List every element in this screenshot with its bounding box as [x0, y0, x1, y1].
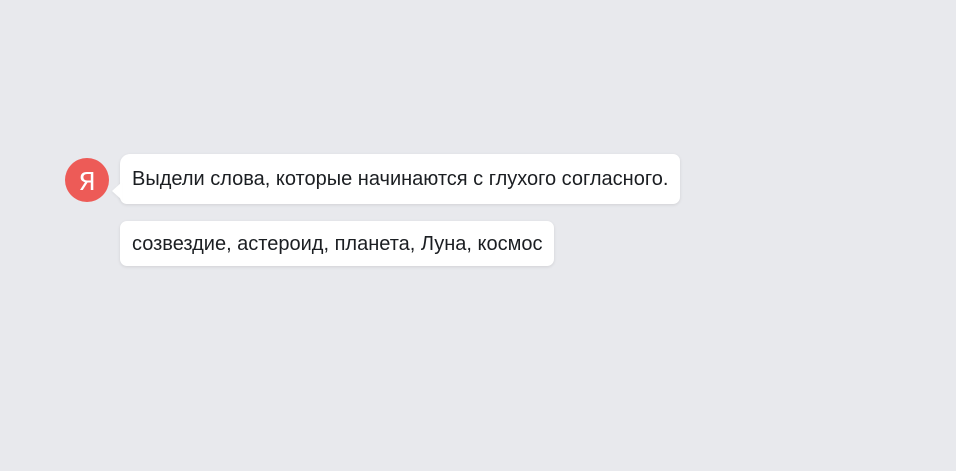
words-message-bubble: созвездие, астероид, планета, Луна, косм…	[120, 221, 555, 266]
words-message-text: созвездие, астероид, планета, Луна, косм…	[132, 232, 543, 255]
assistant-avatar: Я	[65, 158, 109, 202]
avatar-letter: Я	[78, 166, 96, 196]
assistant-message-bubble: Выдели слова, которые начинаются с глухо…	[120, 154, 681, 204]
assistant-message-text: Выдели слова, которые начинаются с глухо…	[132, 168, 669, 190]
